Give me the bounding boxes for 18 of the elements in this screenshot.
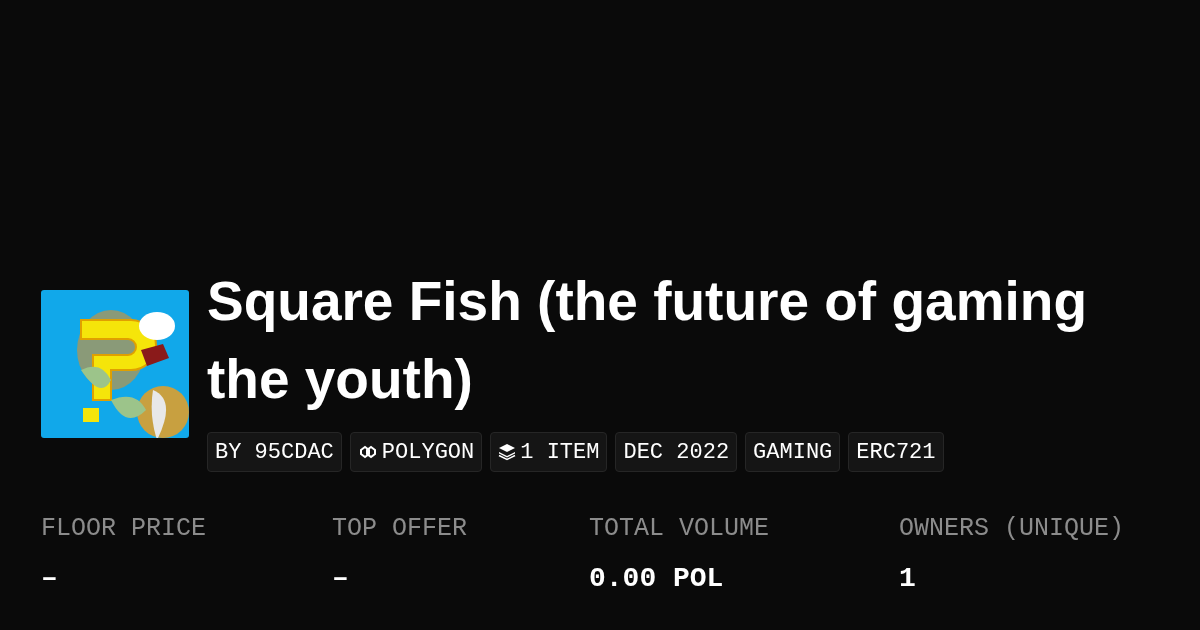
stat-value: –: [332, 562, 350, 596]
layers-icon: [498, 443, 517, 461]
tag-label: POLYGON: [381, 438, 475, 467]
link-icon: [357, 444, 378, 460]
stat-label: FLOOR PRICE: [41, 514, 208, 544]
stat-label: TOTAL VOLUME: [589, 514, 771, 544]
stat-label: OWNERS (UNIQUE): [899, 514, 1126, 544]
tag-label: 1 ITEM: [520, 438, 600, 467]
tag-label: BY 95CDAC: [215, 438, 334, 467]
tag-label: GAMING: [753, 438, 833, 467]
collection-title: the youth): [207, 347, 474, 412]
collection-title: Square Fish (the future of gaming: [207, 269, 1088, 334]
tag-label: ERC721: [856, 438, 936, 467]
stat-value: –: [41, 562, 59, 596]
tag-label: DEC 2022: [623, 438, 730, 467]
stat-value: 1: [899, 562, 917, 596]
stat-value: 0.00 POL: [589, 562, 725, 596]
stat-label: TOP OFFER: [332, 514, 469, 544]
